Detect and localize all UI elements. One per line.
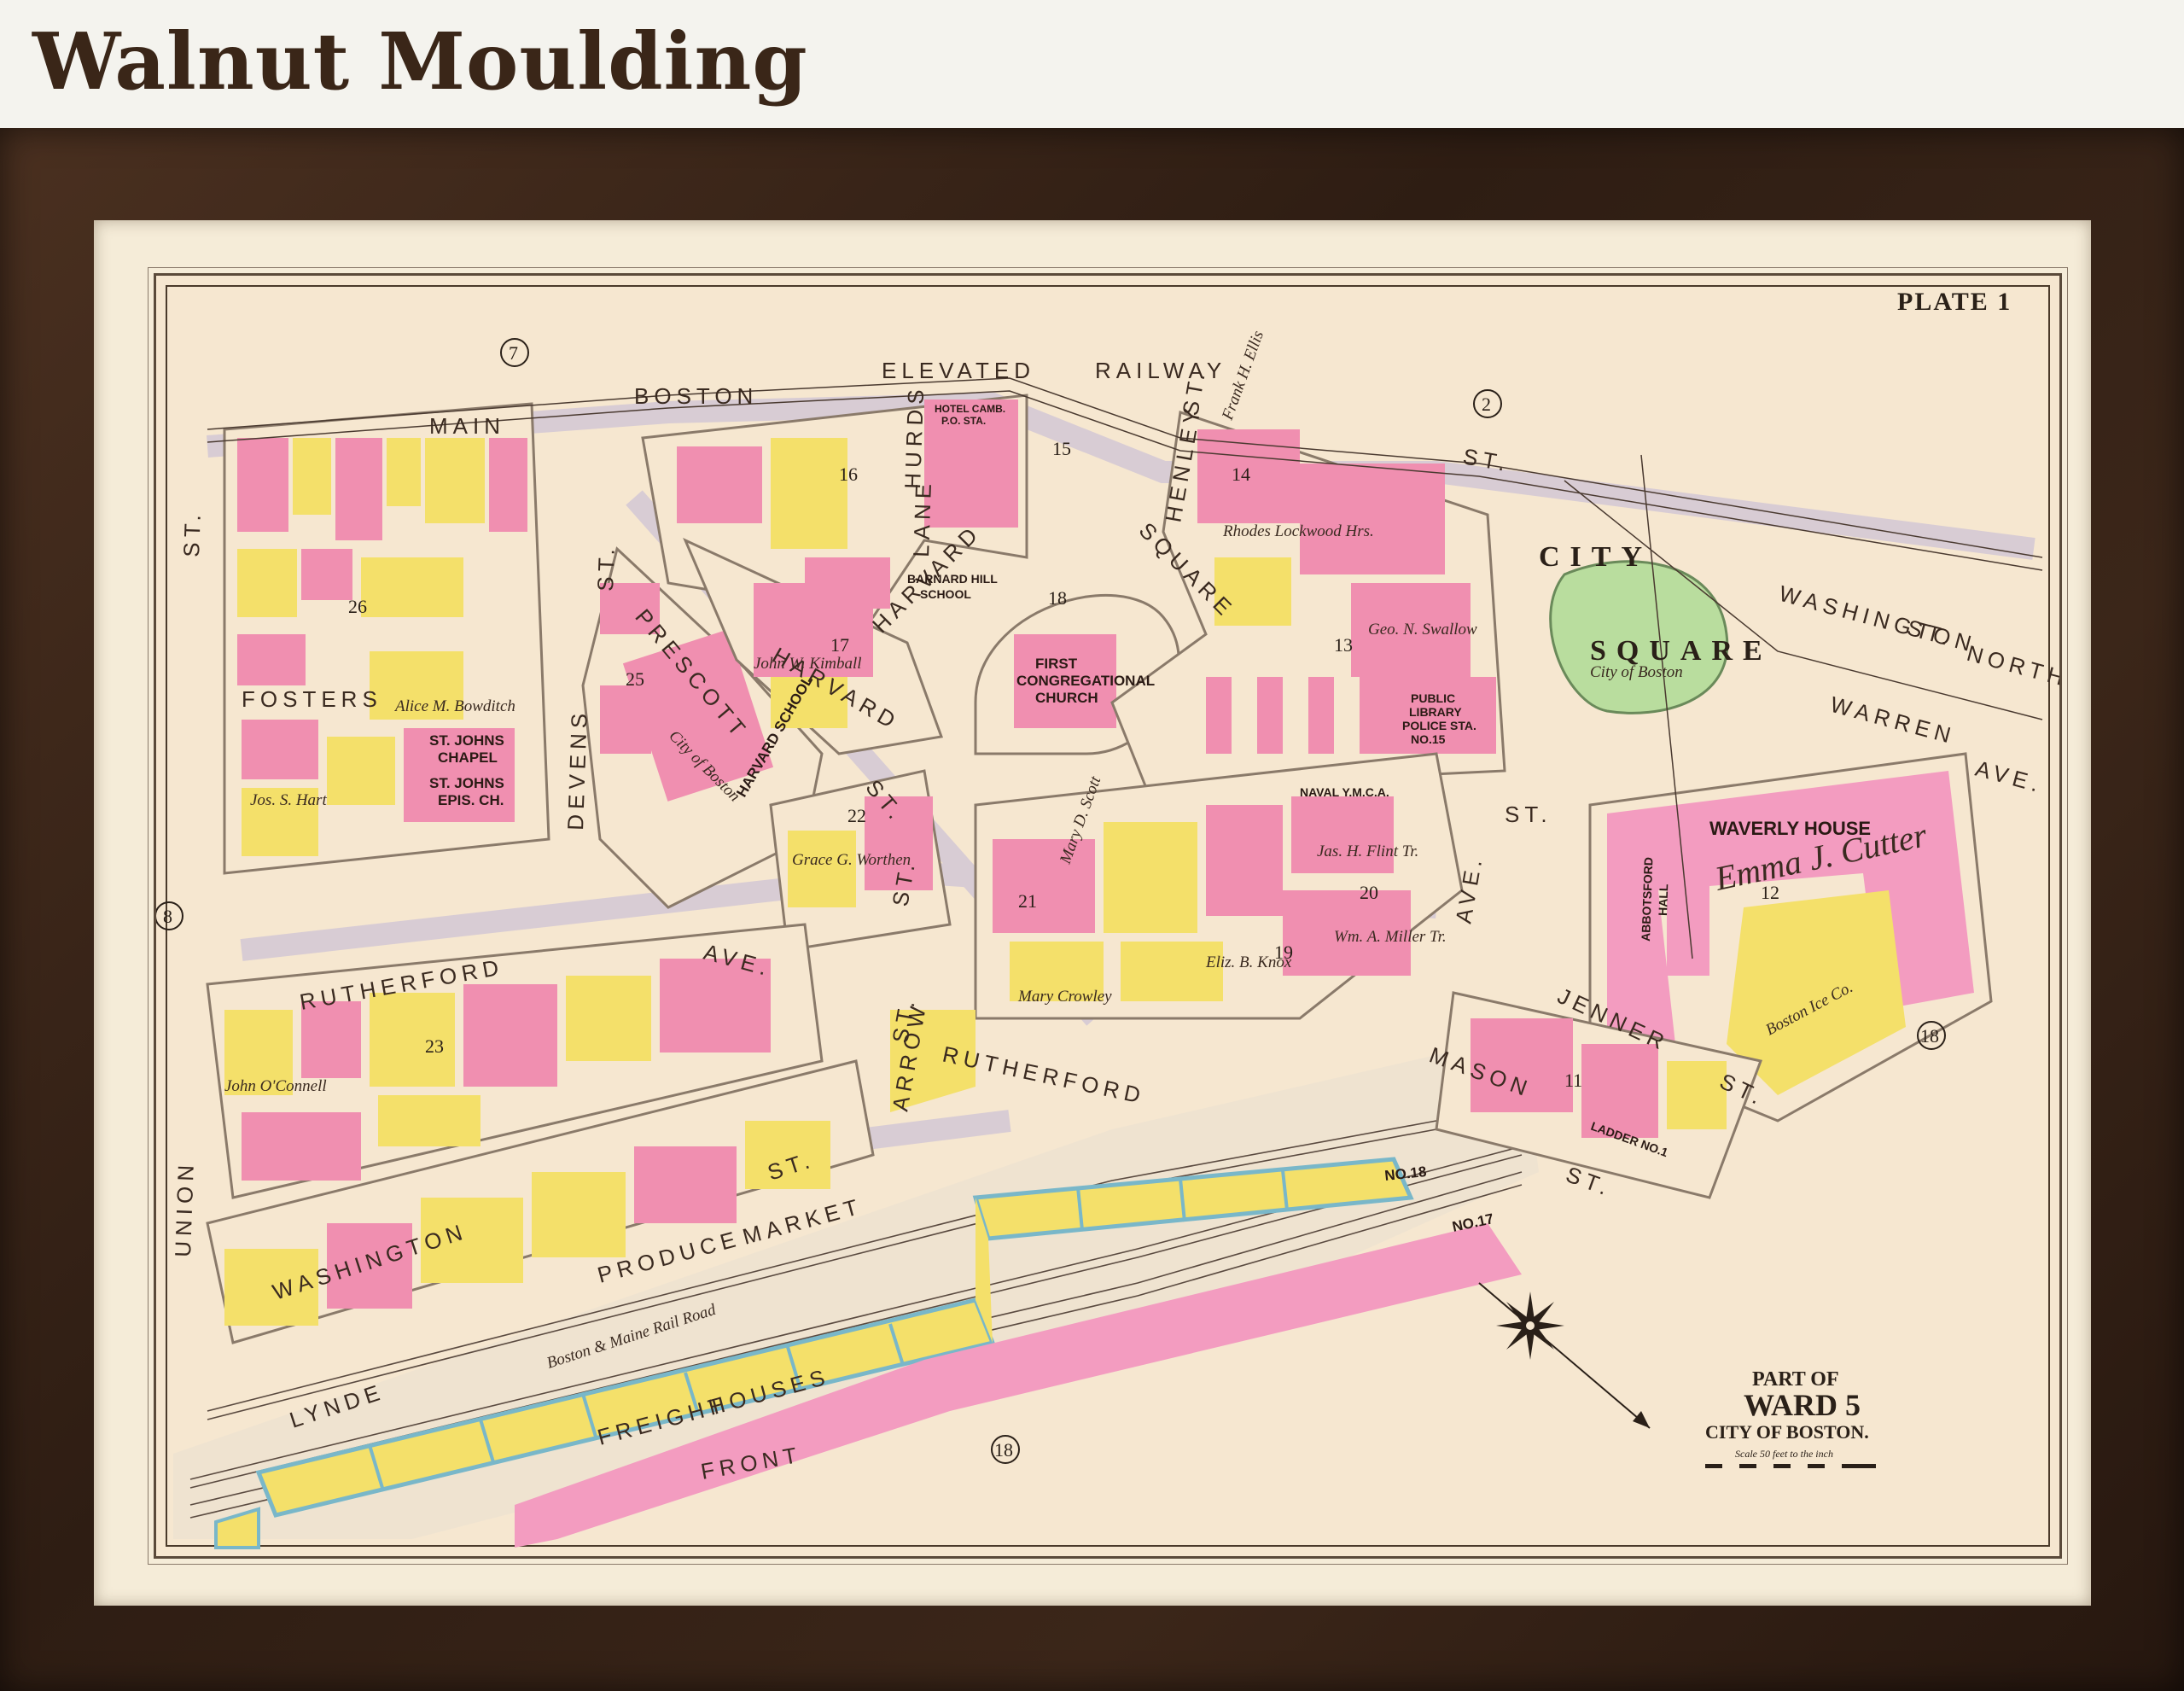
title-scale: Scale 50 feet to the inch <box>1735 1448 1833 1460</box>
ward-number: 2 <box>1482 394 1491 415</box>
street-north: NORTH <box>1964 640 2059 692</box>
label-square: SQUARE <box>1590 635 1773 667</box>
title-city: CITY OF BOSTON. <box>1705 1421 1869 1443</box>
block-number: 18 <box>1048 587 1067 609</box>
owner-grace-worthen: Grace G. Worthen <box>792 851 911 869</box>
st-johns-chapel-1: ST. JOHNS <box>429 732 504 749</box>
owner-city-of-boston-sq: City of Boston <box>1590 663 1683 681</box>
street-devens-st: ST. <box>592 544 620 592</box>
owner-alice-bowditch: Alice M. Bowditch <box>393 697 515 715</box>
street-union-st: ST. <box>178 510 206 558</box>
map-print: PLATE 1 MAIN ST. BOSTON ELEVATED RAILWAY… <box>148 267 2068 1565</box>
ward-number: 18 <box>994 1439 1013 1461</box>
ward-number: 18 <box>1920 1025 1939 1047</box>
block-number: 14 <box>1232 464 1250 485</box>
compass-rose <box>1478 1282 1651 1429</box>
owner-rhodes-lockwood: Rhodes Lockwood Hrs. <box>1222 522 1374 540</box>
street-hurds: HURDS <box>900 384 929 489</box>
owner-wm-miller: Wm. A. Miller Tr. <box>1334 928 1447 946</box>
block-number: 13 <box>1334 634 1353 656</box>
block-number: 17 <box>830 634 849 656</box>
owner-john-oconnell: John O'Connell <box>224 1077 327 1095</box>
abbotsford-2: HALL <box>1656 883 1670 916</box>
block-number: 11 <box>1564 1070 1582 1091</box>
block-number: 26 <box>348 596 367 617</box>
label-city: CITY <box>1539 541 1652 573</box>
naval-ymca-label: NAVAL Y.M.C.A. <box>1300 785 1389 799</box>
street-union: UNION <box>170 1159 199 1257</box>
block-number: 23 <box>425 1035 444 1057</box>
school-label-2: SCHOOL <box>920 587 971 601</box>
school-label-1: BARNARD HILL <box>907 572 998 586</box>
owner-jas-flint: Jas. H. Flint Tr. <box>1317 843 1418 860</box>
ward-number: 8 <box>163 906 172 927</box>
map-svg: PLATE 1 MAIN ST. BOSTON ELEVATED RAILWAY… <box>156 285 2059 1549</box>
library-1: PUBLIC <box>1411 691 1455 705</box>
hotel-label-2: P.O. STA. <box>941 415 986 427</box>
library-4: NO.15 <box>1411 732 1446 746</box>
street-fosters: FOSTERS <box>242 686 382 712</box>
street-lane: LANE <box>908 478 936 557</box>
hotel-label-1: HOTEL CAMB. <box>935 403 1005 415</box>
library-2: LIBRARY <box>1409 705 1462 719</box>
block-number: 16 <box>839 464 858 485</box>
st-johns-epis-2: EPIS. CH. <box>438 792 504 808</box>
st-johns-epis-1: ST. JOHNS <box>429 775 504 791</box>
ward-number: 7 <box>509 342 518 364</box>
owner-john-kimball: John W. Kimball <box>754 655 862 673</box>
st-johns-chapel-2: CHAPEL <box>438 749 498 766</box>
street-devens: DEVENS <box>562 708 592 831</box>
page-caption: Walnut Moulding <box>32 15 808 108</box>
street-elevated: ELEVATED <box>882 358 1035 383</box>
owner-jos-hart: Jos. S. Hart <box>250 791 327 809</box>
street-warren-ave: AVE. <box>1972 755 2046 798</box>
library-3: POLICE STA. <box>1402 719 1476 732</box>
street-st-e: ST. <box>1505 802 1552 827</box>
church-label-3: CHURCH <box>1035 690 1098 706</box>
plate-label: PLATE 1 <box>1897 288 2012 316</box>
block-number: 21 <box>1018 890 1037 912</box>
street-boston: BOSTON <box>634 383 758 409</box>
block-number: 20 <box>1360 882 1378 903</box>
street-washington-ne-st: ST. <box>1904 615 1956 651</box>
owner-eliz-knox: Eliz. B. Knox <box>1205 953 1292 971</box>
block-number: 22 <box>847 805 866 826</box>
street-warren: WARREN <box>1827 691 1958 749</box>
block-number: 15 <box>1052 438 1071 459</box>
owner-mary-crowley: Mary Crowley <box>1017 988 1112 1006</box>
title-ward: WARD 5 <box>1744 1388 1861 1422</box>
street-main: MAIN <box>429 413 505 439</box>
block-number: 25 <box>626 668 644 690</box>
church-label-1: FIRST <box>1035 656 1078 672</box>
owner-geo-swallow: Geo. N. Swallow <box>1368 621 1477 638</box>
church-label-2: CONGREGATIONAL <box>1016 673 1155 689</box>
title-block: PART OF WARD 5 CITY OF BOSTON. Scale 50 … <box>1705 1368 1876 1468</box>
